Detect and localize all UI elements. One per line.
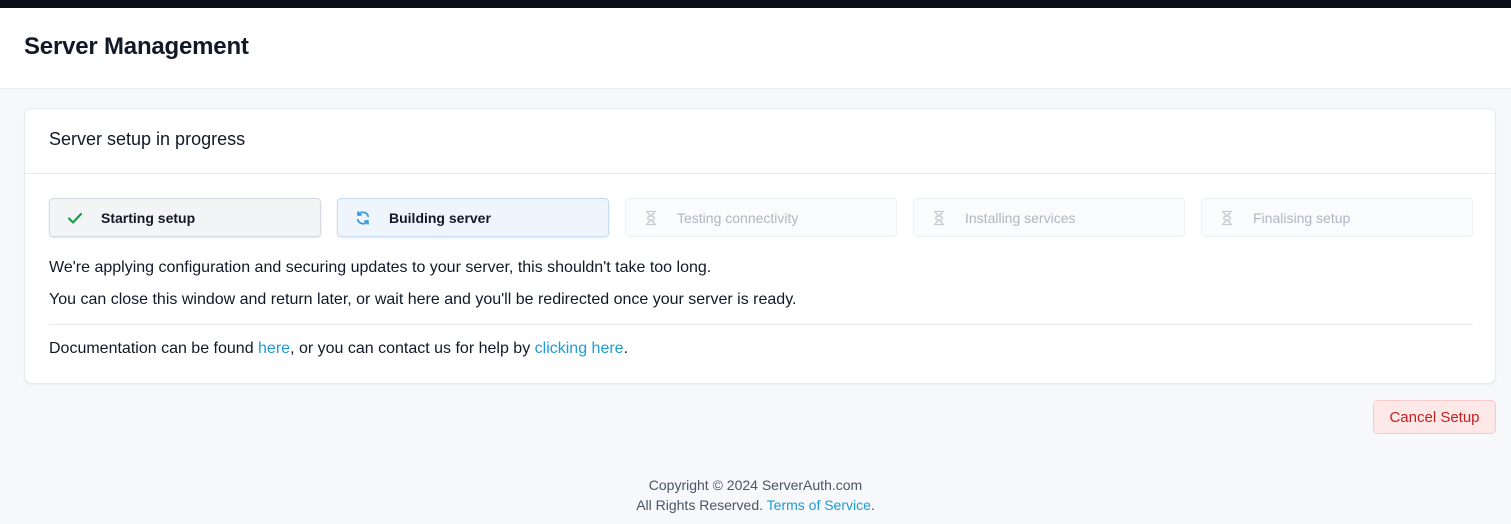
step-label: Starting setup	[101, 209, 196, 226]
setup-steps: Starting setup Building server Testing c…	[49, 198, 1473, 237]
status-message: We're applying configuration and securin…	[49, 259, 712, 276]
step-building-server: Building server	[337, 198, 609, 237]
status-message-secondary: You can close this window and return lat…	[49, 291, 797, 308]
setup-progress-card: Server setup in progress Starting setup …	[24, 108, 1496, 384]
card-title: Server setup in progress	[49, 129, 246, 149]
step-label: Installing services	[965, 209, 1076, 226]
docs-middle: , or you can contact us for help by	[290, 340, 535, 357]
step-finalising-setup: Finalising setup	[1201, 198, 1473, 237]
hourglass-icon	[642, 209, 660, 227]
documentation-link[interactable]: here	[258, 340, 290, 357]
copyright-text: Copyright © 2024 ServerAuth.com	[648, 477, 863, 493]
cancel-setup-button[interactable]: Cancel Setup	[1373, 400, 1496, 434]
hourglass-icon	[1218, 209, 1236, 227]
contact-help-link[interactable]: clicking here	[535, 340, 624, 357]
docs-help-text: Documentation can be found here, or you …	[49, 340, 628, 358]
docs-prefix: Documentation can be found	[49, 340, 259, 357]
rights-line: All Rights Reserved. Terms of Service.	[0, 495, 1511, 515]
divider	[49, 324, 1473, 325]
rights-text: All Rights Reserved.	[636, 497, 767, 513]
step-label: Finalising setup	[1253, 209, 1351, 226]
step-installing-services: Installing services	[913, 198, 1185, 237]
docs-suffix: .	[623, 340, 629, 357]
hourglass-icon	[930, 209, 948, 227]
step-starting-setup: Starting setup	[49, 198, 321, 237]
step-label: Testing connectivity	[677, 209, 799, 226]
refresh-icon	[354, 209, 372, 227]
top-bar	[0, 0, 1511, 8]
check-icon	[66, 209, 84, 227]
step-label: Building server	[389, 209, 491, 226]
step-testing-connectivity: Testing connectivity	[625, 198, 897, 237]
page-title: Server Management	[24, 33, 249, 60]
page-footer: Copyright © 2024 ServerAuth.com All Righ…	[0, 475, 1511, 515]
card-header: Server setup in progress	[25, 109, 1495, 174]
page-header: Server Management	[0, 8, 1511, 89]
terms-suffix: .	[870, 497, 875, 513]
terms-of-service-link[interactable]: Terms of Service	[767, 497, 871, 513]
